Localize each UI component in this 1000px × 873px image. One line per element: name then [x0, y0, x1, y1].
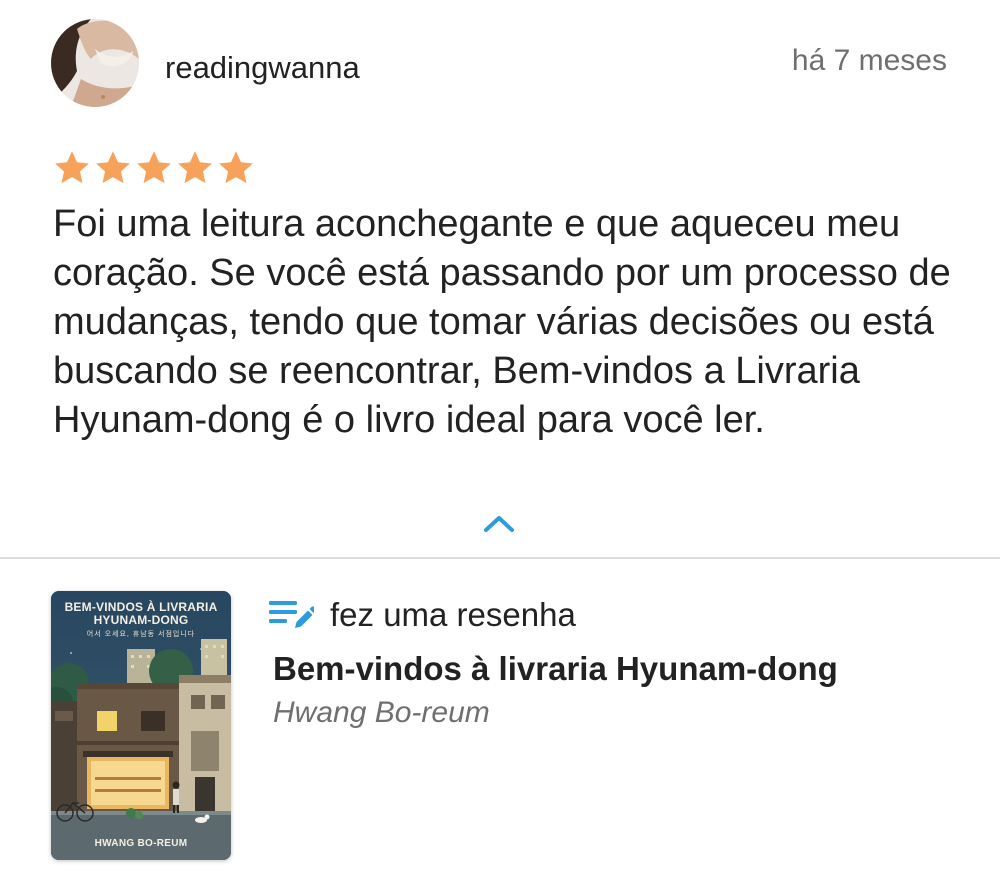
- star-icon: [178, 151, 212, 184]
- cover-subtitle: 어서 오세요, 휴남동 서점입니다: [86, 631, 196, 638]
- avatar-photo: [51, 19, 139, 107]
- cover-author: HWANG BO-REUM: [94, 838, 188, 849]
- star-icon: [96, 151, 130, 184]
- edit-list-icon: [269, 601, 314, 628]
- review-text: Foi uma leitura aconchegante e que aquec…: [53, 203, 951, 441]
- avatar[interactable]: [51, 19, 139, 107]
- activity-row: fez uma resenha: [268, 596, 576, 634]
- star-icon: [219, 151, 253, 184]
- book-author[interactable]: Hwang Bo-reum: [273, 696, 490, 730]
- star-rating: [53, 150, 255, 186]
- collapse-button[interactable]: [479, 506, 519, 540]
- star-icon: [137, 151, 171, 184]
- review-timestamp: há 7 meses: [791, 44, 947, 77]
- username[interactable]: readingwanna: [165, 50, 360, 86]
- chevron-up-icon: [484, 516, 514, 532]
- star-icon: [55, 151, 89, 184]
- cover-title: BEM-VINDOS À LIVRARIA HYUNAM-DONG: [64, 600, 218, 627]
- activity-label: fez uma resenha: [330, 596, 576, 633]
- book-title[interactable]: Bem-vindos à livraria Hyunam-dong: [273, 650, 838, 688]
- book-cover[interactable]: BEM-VINDOS À LIVRARIA HYUNAM-DONG 어서 오세요…: [51, 591, 231, 860]
- divider: [0, 557, 1000, 559]
